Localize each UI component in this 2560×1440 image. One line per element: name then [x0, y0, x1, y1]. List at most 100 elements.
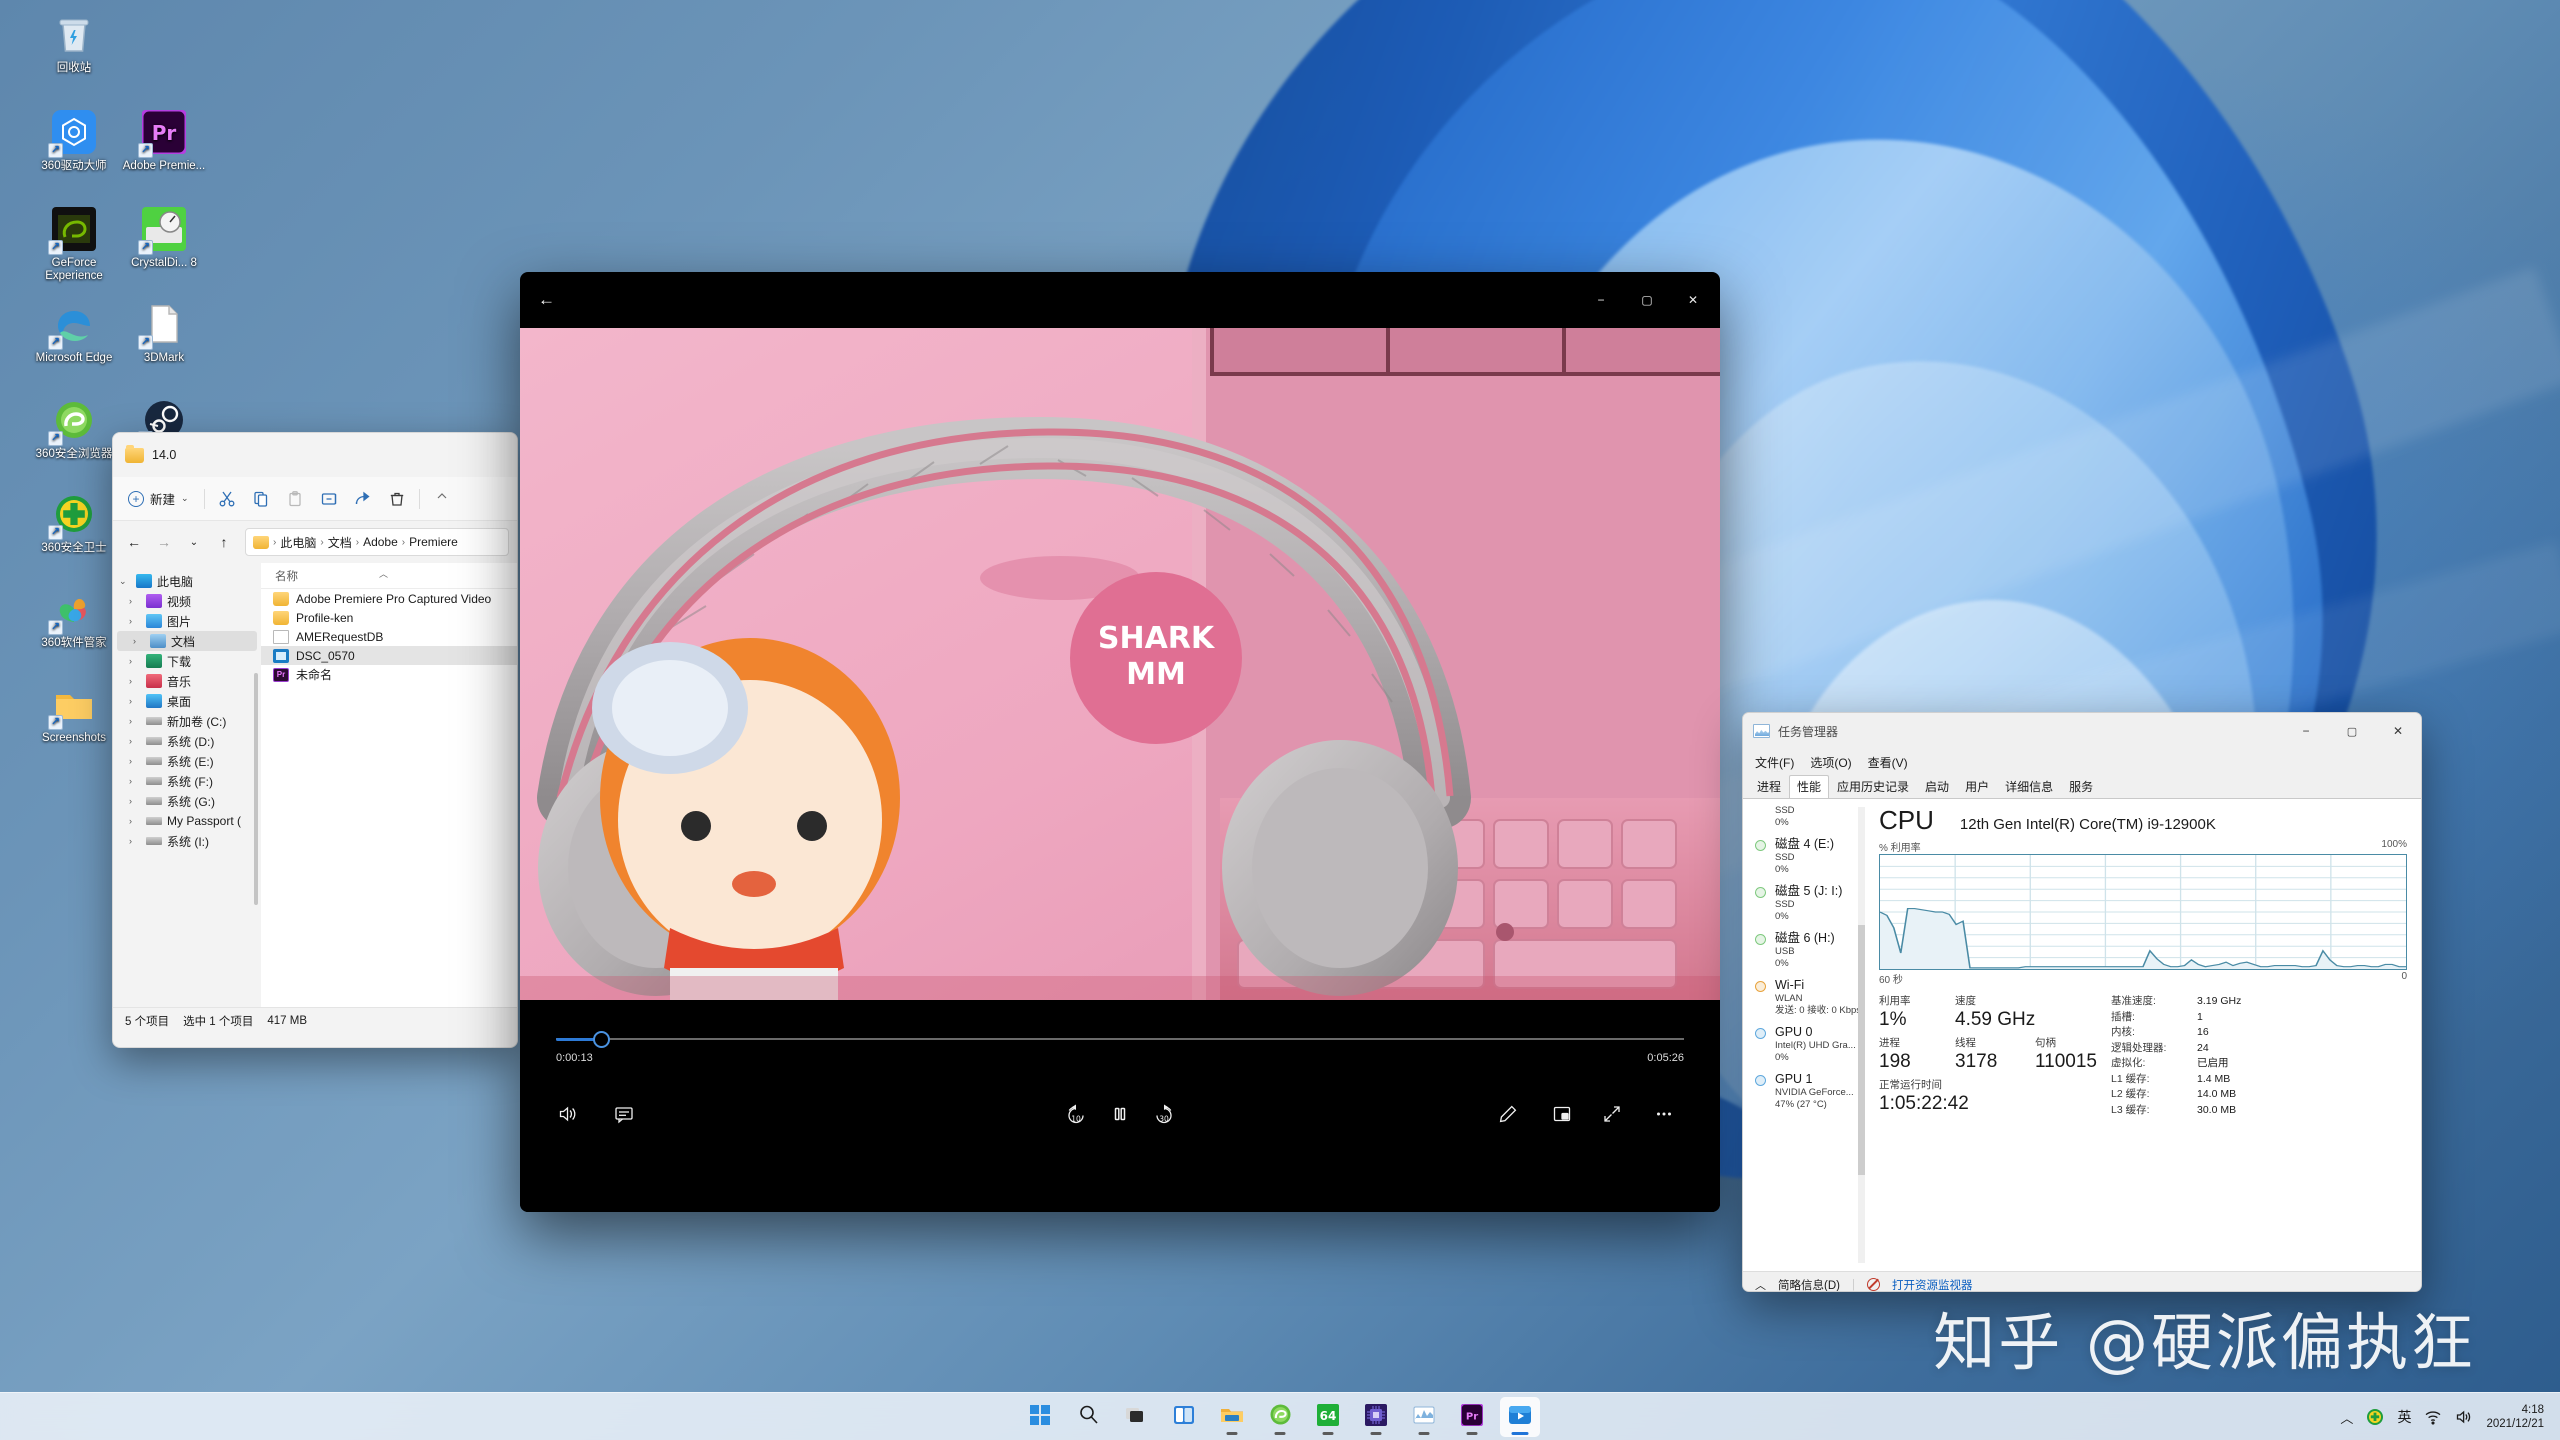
file-row[interactable]: Profile-ken: [261, 608, 517, 627]
tree-item-4[interactable]: › 下载: [113, 651, 261, 671]
breadcrumb-item-1[interactable]: 文档: [328, 534, 352, 551]
sort-icon[interactable]: [426, 484, 458, 514]
file-list-header[interactable]: 名称 ︿: [261, 563, 517, 589]
explorer-tab-title[interactable]: 14.0: [152, 448, 176, 462]
chevron-right-icon[interactable]: ›: [129, 696, 141, 706]
volume-icon[interactable]: [2455, 1408, 2473, 1426]
file-row[interactable]: AMERequestDB: [261, 627, 517, 646]
task-manager-footer[interactable]: ︿ 简略信息(D) | 打开资源监视器: [1743, 1271, 2421, 1291]
tree-item-6[interactable]: › 桌面: [113, 691, 261, 711]
tree-item-0[interactable]: ⌄ 此电脑: [113, 571, 261, 591]
resource-list[interactable]: SSD 0% 磁盘 4 (E:) SSD 0% 磁盘 5 (J: I:) SSD 0% 磁盘 6…: [1743, 799, 1867, 1271]
chevron-right-icon[interactable]: ›: [129, 596, 141, 606]
navigation-pane-scrollbar[interactable]: [254, 673, 258, 905]
file-row[interactable]: DSC_0570: [261, 646, 517, 665]
tree-item-5[interactable]: › 音乐: [113, 671, 261, 691]
desktop-icon-geforce-experience[interactable]: ↗ GeForce Experience: [22, 205, 126, 283]
explorer-navigation-bar[interactable]: ← → ⌄ ↑ › 此电脑 › 文档 › Adobe › Premiere: [113, 521, 517, 563]
playback-controls[interactable]: 10 30: [520, 1092, 1720, 1148]
recent-dropdown-icon[interactable]: ⌄: [181, 529, 207, 555]
navigation-pane[interactable]: ⌄ 此电脑 › 视频 › 图片 › 文档 › 下载 › 音乐 › 桌面 › 新加卷 (C:) › 系统 (D:) ›…: [113, 563, 261, 1007]
delete-icon[interactable]: [381, 484, 413, 514]
player-control-area[interactable]: 0:00:13 0:05:26 10 30: [520, 1000, 1720, 1212]
resource-item-3[interactable]: 磁盘 6 (H:) USB 0%: [1743, 927, 1867, 974]
breadcrumb[interactable]: › 此电脑 › 文档 › Adobe › Premiere: [245, 528, 509, 556]
back-icon[interactable]: ←: [121, 529, 147, 555]
tab-5[interactable]: 详细信息: [1997, 775, 2061, 798]
desktop-icon-folder[interactable]: ↗ Screenshots: [22, 680, 126, 745]
captions-icon[interactable]: [602, 1092, 646, 1136]
volume-icon[interactable]: [546, 1092, 590, 1136]
desktop-icon-3dmark[interactable]: ↗ 3DMark: [112, 300, 216, 365]
desktop-icon-microsoft-edge[interactable]: ↗ Microsoft Edge: [22, 300, 126, 365]
clock[interactable]: 4:18 2021/12/21: [2486, 1403, 2544, 1431]
tree-item-13[interactable]: › 系统 (I:): [113, 831, 261, 851]
chevron-down-icon[interactable]: ⌄: [119, 576, 131, 587]
explorer-tab-bar[interactable]: 14.0: [113, 433, 517, 477]
breadcrumb-item-0[interactable]: 此电脑: [280, 534, 316, 551]
taskbar-item-360-browser[interactable]: [1260, 1397, 1300, 1437]
resource-list-scrollbar[interactable]: [1858, 807, 1865, 1263]
resource-item-2[interactable]: 磁盘 5 (J: I:) SSD 0%: [1743, 880, 1867, 927]
system-tray[interactable]: ︿ 英 4:18 2021/12/21: [2340, 1393, 2552, 1440]
tab-4[interactable]: 用户: [1957, 775, 1997, 798]
chevron-right-icon[interactable]: ›: [129, 816, 141, 826]
file-row[interactable]: Adobe Premiere Pro Captured Video: [261, 589, 517, 608]
chevron-right-icon[interactable]: ›: [129, 736, 141, 746]
taskbar-items[interactable]: 64 Pr: [1020, 1393, 1540, 1440]
desktop-icon-360-software-manager[interactable]: ↗ 360软件管家: [22, 585, 126, 650]
copy-icon[interactable]: [245, 484, 277, 514]
tree-item-11[interactable]: › 系统 (G:): [113, 791, 261, 811]
tree-item-12[interactable]: › My Passport (: [113, 811, 261, 831]
scrollbar-thumb[interactable]: [1858, 925, 1865, 1175]
player-window-controls[interactable]: − ▢ ✕: [1578, 280, 1716, 320]
close-button[interactable]: ✕: [1670, 280, 1716, 320]
desktop-icon-adobe-premiere-pro[interactable]: Pr ↗ Adobe Premie...: [112, 108, 216, 173]
tree-item-10[interactable]: › 系统 (F:): [113, 771, 261, 791]
chevron-right-icon[interactable]: ›: [129, 776, 141, 786]
breadcrumb-item-2[interactable]: Adobe: [363, 535, 398, 549]
desktop-icon-360-security-guard[interactable]: ↗ 360安全卫士: [22, 490, 126, 555]
tab-6[interactable]: 服务: [2061, 775, 2101, 798]
taskbar-item-media-player[interactable]: [1500, 1397, 1540, 1437]
task-manager-title-bar[interactable]: 任务管理器 − ▢ ✕: [1743, 713, 2421, 749]
file-list-pane[interactable]: 名称 ︿ Adobe Premiere Pro Captured Video Pr…: [261, 563, 517, 1007]
minimize-button[interactable]: −: [2283, 715, 2329, 747]
task-manager-menu-bar[interactable]: 文件(F) 选项(O) 查看(V): [1743, 749, 2421, 775]
cut-icon[interactable]: [211, 484, 243, 514]
close-button[interactable]: ✕: [2375, 715, 2421, 747]
taskbar-item-widgets[interactable]: [1164, 1397, 1204, 1437]
seek-track[interactable]: [556, 1038, 1684, 1040]
chevron-right-icon[interactable]: ›: [129, 656, 141, 666]
edit-icon[interactable]: [1486, 1092, 1530, 1136]
share-icon[interactable]: [347, 484, 379, 514]
chevron-right-icon[interactable]: ›: [129, 756, 141, 766]
tab-3[interactable]: 启动: [1917, 775, 1957, 798]
new-button[interactable]: + 新建 ⌄: [119, 484, 198, 513]
ime-indicator[interactable]: 英: [2397, 1407, 2411, 1427]
menu-item-2[interactable]: 查看(V): [1868, 754, 1908, 771]
resource-item-5[interactable]: GPU 0 Intel(R) UHD Gra... 0%: [1743, 1021, 1867, 1068]
taskbar[interactable]: 64 Pr ︿ 英 4:18 2021/12/21: [0, 1392, 2560, 1440]
tree-item-8[interactable]: › 系统 (D:): [113, 731, 261, 751]
desktop-icon-crystaldiskmark[interactable]: ↗ CrystalDi... 8: [112, 205, 216, 270]
forward-30-icon[interactable]: 30: [1142, 1092, 1186, 1136]
picture-in-picture-icon[interactable]: [1540, 1092, 1584, 1136]
chevron-right-icon[interactable]: ›: [133, 636, 145, 646]
wifi-icon[interactable]: [2424, 1408, 2442, 1426]
tree-item-9[interactable]: › 系统 (E:): [113, 751, 261, 771]
chevron-right-icon[interactable]: ›: [129, 836, 141, 846]
rename-icon[interactable]: [313, 484, 345, 514]
maximize-button[interactable]: ▢: [2329, 715, 2375, 747]
breadcrumb-item-3[interactable]: Premiere: [409, 535, 458, 549]
menu-item-0[interactable]: 文件(F): [1755, 754, 1794, 771]
360-security-tray-icon[interactable]: [2366, 1408, 2384, 1426]
desktop-icon-360-browser[interactable]: ↗ 360安全浏览器: [22, 396, 126, 461]
maximize-button[interactable]: ▢: [1624, 280, 1670, 320]
media-player-window[interactable]: ← − ▢ ✕ SHARK MM 0:00:13 0:05:26 10 30: [520, 272, 1720, 1212]
taskbar-item-cpuz-64[interactable]: 64: [1308, 1397, 1348, 1437]
resource-item-0[interactable]: SSD 0%: [1743, 801, 1867, 833]
taskbar-item-search[interactable]: [1068, 1397, 1108, 1437]
explorer-toolbar[interactable]: + 新建 ⌄: [113, 477, 517, 521]
tree-item-2[interactable]: › 图片: [113, 611, 261, 631]
